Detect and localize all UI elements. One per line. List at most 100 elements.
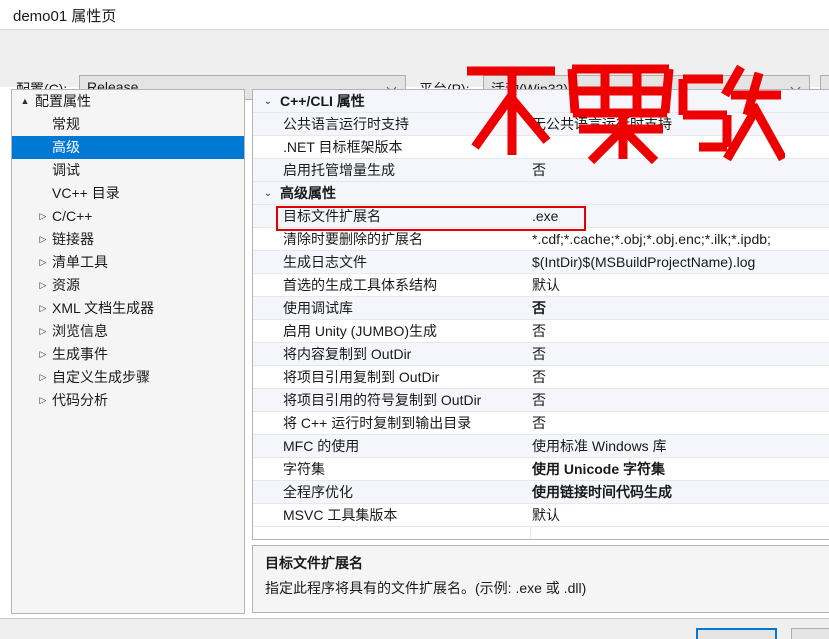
property-name: 全程序优化 xyxy=(283,484,353,500)
property-value[interactable]: 使用链接时间代码生成 xyxy=(532,481,829,504)
tree-item-3[interactable]: 调试 xyxy=(12,159,244,182)
expander-collapse-icon[interactable]: ▲ xyxy=(18,90,32,113)
property-value[interactable]: *.cdf;*.cache;*.obj;*.obj.enc;*.ilk;*.ip… xyxy=(532,228,829,251)
tree-item-label: 自定义生成步骤 xyxy=(52,369,150,385)
property-pages-dialog: demo01 属性页 配置(C): Release 平台(P): 活动(Win3… xyxy=(0,0,829,639)
tree-item-7[interactable]: ▷ 清单工具 xyxy=(12,251,244,274)
tree-item-8[interactable]: ▷ 资源 xyxy=(12,274,244,297)
tree-item-label: 高级 xyxy=(52,139,80,155)
tree-item-2[interactable]: 高级 xyxy=(12,136,244,159)
page-title: demo01 属性页 xyxy=(13,8,117,25)
expander-expand-icon[interactable]: ▷ xyxy=(36,389,50,412)
property-name: 生成日志文件 xyxy=(283,254,367,270)
property-value[interactable]: 否 xyxy=(532,159,829,182)
property-row[interactable]: 将内容复制到 OutDir 否 xyxy=(253,343,829,366)
expander-expand-icon[interactable]: ▷ xyxy=(36,228,50,251)
property-name: 使用调试库 xyxy=(283,300,353,316)
tree-item-label: 生成事件 xyxy=(52,346,108,362)
tree-item-4[interactable]: VC++ 目录 xyxy=(12,182,244,205)
property-value[interactable]: 使用标准 Windows 库 xyxy=(532,435,829,458)
property-grid[interactable]: ⌄ C++/CLI 属性公共语言运行时支持 无公共语言运行时支持 .NET 目标框架版… xyxy=(252,89,829,540)
expander-expand-icon[interactable]: ▷ xyxy=(36,274,50,297)
property-row[interactable]: 使用调试库 否 xyxy=(253,297,829,320)
property-name: 字符集 xyxy=(283,461,325,477)
property-name: 启用托管增量生成 xyxy=(283,162,395,178)
property-value[interactable]: .exe xyxy=(532,205,829,228)
tree-item-label: C/C++ xyxy=(52,208,93,224)
property-row[interactable]: 首选的生成工具体系结构 默认 xyxy=(253,274,829,297)
tree-item-9[interactable]: ▷ XML 文档生成器 xyxy=(12,297,244,320)
expander-expand-icon[interactable]: ▷ xyxy=(36,205,50,228)
expander-expand-icon[interactable]: ▷ xyxy=(36,343,50,366)
property-row[interactable]: 启用托管增量生成 否 xyxy=(253,159,829,182)
property-name: 公共语言运行时支持 xyxy=(283,116,409,132)
property-value[interactable]: 默认 xyxy=(532,274,829,297)
chevron-down-icon[interactable]: ⌄ xyxy=(261,182,275,205)
property-row[interactable]: 生成日志文件 $(IntDir)$(MSBuildProjectName).log xyxy=(253,251,829,274)
description-title: 目标文件扩展名 xyxy=(265,555,363,571)
property-row[interactable]: MFC 的使用 使用标准 Windows 库 xyxy=(253,435,829,458)
property-name: 将项目引用复制到 OutDir xyxy=(283,369,440,385)
property-value[interactable]: 否 xyxy=(532,366,829,389)
property-value[interactable]: 无公共语言运行时支持 xyxy=(532,113,829,136)
tree-item-label: 代码分析 xyxy=(52,392,108,408)
property-value[interactable]: 默认 xyxy=(532,504,829,527)
tree-item-1[interactable]: 常规 xyxy=(12,113,244,136)
tree-item-5[interactable]: ▷ C/C++ xyxy=(12,205,244,228)
property-name: 目标文件扩展名 xyxy=(283,208,381,224)
property-row[interactable]: 清除时要删除的扩展名 *.cdf;*.cache;*.obj;*.obj.enc;… xyxy=(253,228,829,251)
property-value[interactable]: 否 xyxy=(532,297,829,320)
property-name: 高级属性 xyxy=(280,185,336,201)
property-row[interactable]: MSVC 工具集版本 默认 xyxy=(253,504,829,527)
property-value[interactable]: 否 xyxy=(532,389,829,412)
property-value[interactable] xyxy=(532,136,829,159)
tree-item-label: 浏览信息 xyxy=(52,323,108,339)
property-row[interactable]: .NET 目标框架版本 xyxy=(253,136,829,159)
tree-item-13[interactable]: ▷ 代码分析 xyxy=(12,389,244,412)
property-value[interactable]: 否 xyxy=(532,343,829,366)
property-name: 将内容复制到 OutDir xyxy=(283,346,412,362)
expander-expand-icon[interactable]: ▷ xyxy=(36,297,50,320)
property-row[interactable]: 公共语言运行时支持 无公共语言运行时支持 xyxy=(253,113,829,136)
property-row[interactable]: 将项目引用的符号复制到 OutDir 否 xyxy=(253,389,829,412)
cancel-button[interactable] xyxy=(791,628,829,639)
tree-item-label: 清单工具 xyxy=(52,254,108,270)
property-value[interactable]: 否 xyxy=(532,320,829,343)
property-name: .NET 目标框架版本 xyxy=(283,139,403,155)
tree-item-0[interactable]: ▲ 配置属性 xyxy=(12,90,244,113)
property-value[interactable]: 使用 Unicode 字符集 xyxy=(532,458,829,481)
tree-item-label: 资源 xyxy=(52,277,80,293)
tree-item-label: 链接器 xyxy=(52,231,94,247)
property-row[interactable]: 将 C++ 运行时复制到输出目录 否 xyxy=(253,412,829,435)
property-category-row[interactable]: ⌄ 高级属性 xyxy=(253,182,829,205)
property-row[interactable]: 将项目引用复制到 OutDir 否 xyxy=(253,366,829,389)
configuration-tree[interactable]: ▲ 配置属性 常规 高级 调试 VC++ 目录 ▷ C/C++ ▷ 链接器 ▷ 清单工具 ▷ 资源 ▷ XML… xyxy=(11,89,245,614)
expander-expand-icon[interactable]: ▷ xyxy=(36,366,50,389)
tree-item-label: 配置属性 xyxy=(35,93,91,109)
ok-button[interactable] xyxy=(696,628,777,639)
tree-item-6[interactable]: ▷ 链接器 xyxy=(12,228,244,251)
property-name: C++/CLI 属性 xyxy=(280,93,365,109)
property-name: 清除时要删除的扩展名 xyxy=(283,231,423,247)
property-name: 启用 Unity (JUMBO)生成 xyxy=(283,323,437,339)
tree-item-11[interactable]: ▷ 生成事件 xyxy=(12,343,244,366)
property-row[interactable]: 字符集 使用 Unicode 字符集 xyxy=(253,458,829,481)
title-bar: demo01 属性页 xyxy=(0,0,829,29)
property-name: 将项目引用的符号复制到 OutDir xyxy=(283,392,482,408)
property-category-row[interactable]: ⌄ C++/CLI 属性 xyxy=(253,90,829,113)
expander-expand-icon[interactable]: ▷ xyxy=(36,320,50,343)
property-row[interactable]: 启用 Unity (JUMBO)生成 否 xyxy=(253,320,829,343)
property-value[interactable]: 否 xyxy=(532,412,829,435)
property-row[interactable]: 全程序优化 使用链接时间代码生成 xyxy=(253,481,829,504)
property-name: MFC 的使用 xyxy=(283,438,360,454)
property-value[interactable]: $(IntDir)$(MSBuildProjectName).log xyxy=(532,251,829,274)
config-toolbar: 配置(C): Release 平台(P): 活动(Win32) xyxy=(0,29,829,100)
tree-item-label: 常规 xyxy=(52,116,80,132)
chevron-down-icon[interactable]: ⌄ xyxy=(261,90,275,113)
tree-item-label: VC++ 目录 xyxy=(52,185,120,201)
property-row[interactable]: 目标文件扩展名 .exe xyxy=(253,205,829,228)
expander-expand-icon[interactable]: ▷ xyxy=(36,251,50,274)
tree-item-12[interactable]: ▷ 自定义生成步骤 xyxy=(12,366,244,389)
tree-item-10[interactable]: ▷ 浏览信息 xyxy=(12,320,244,343)
property-name: MSVC 工具集版本 xyxy=(283,507,398,523)
